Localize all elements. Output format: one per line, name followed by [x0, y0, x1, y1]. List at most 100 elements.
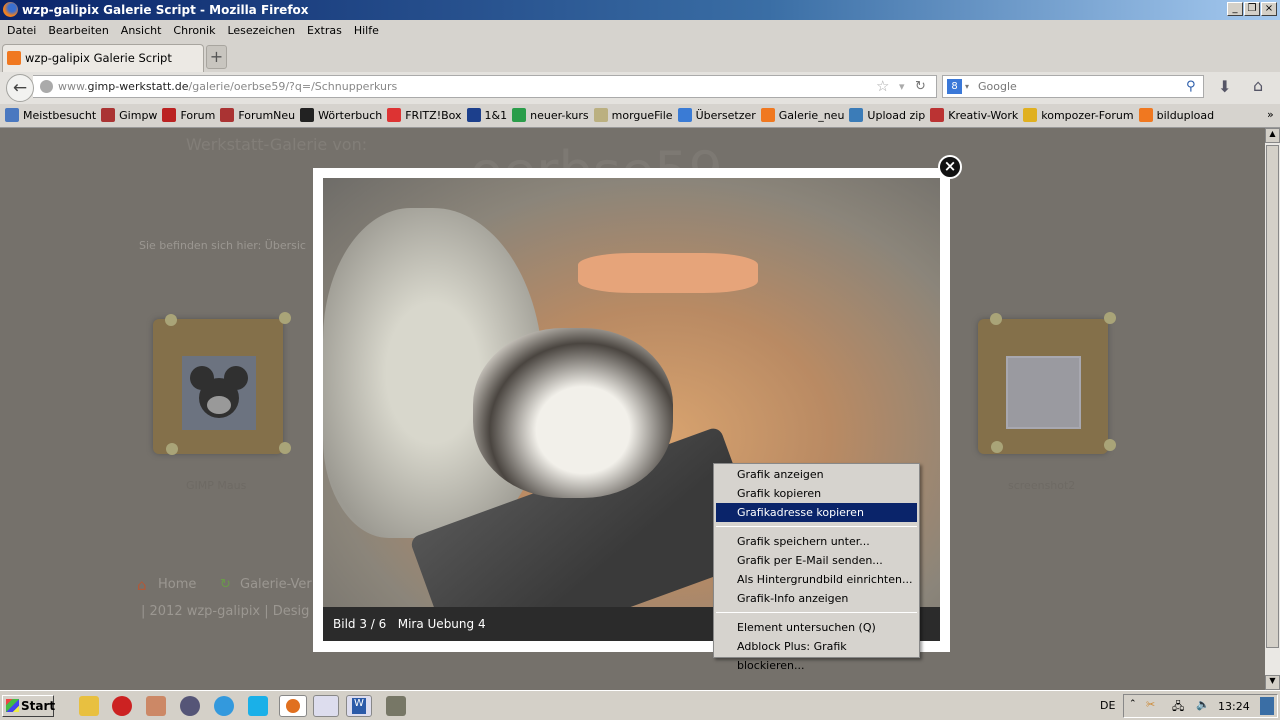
- lightbox-close-button[interactable]: ×: [938, 155, 962, 179]
- search-input[interactable]: 8 ▾ Google ⚲: [942, 75, 1204, 98]
- firefox-taskbar-button[interactable]: [279, 695, 307, 717]
- tab-galerie[interactable]: wzp-galipix Galerie Script: [2, 44, 204, 72]
- skype-icon[interactable]: [248, 696, 268, 716]
- search-icon[interactable]: ⚲: [1186, 76, 1196, 97]
- network-icon[interactable]: 🖧: [1172, 698, 1184, 717]
- bookmark-label: kompozer-Forum: [1041, 109, 1134, 122]
- context-menu-item[interactable]: Grafikadresse kopieren: [716, 503, 917, 522]
- thumbnail-screenshot2[interactable]: [978, 312, 1116, 454]
- search-placeholder: Google: [978, 80, 1017, 93]
- bookmark-item[interactable]: Gimpw: [101, 104, 157, 128]
- scroll-up-button[interactable]: ▲: [1265, 128, 1280, 143]
- bookmark-item[interactable]: Upload zip: [849, 104, 925, 128]
- bookmark-item[interactable]: Übersetzer: [677, 104, 756, 128]
- wordpress-icon[interactable]: [180, 696, 200, 716]
- menu-extras[interactable]: Extras: [307, 24, 342, 37]
- bookmark-icon: [300, 108, 315, 122]
- navigation-bar: www.gimp-werkstatt.de/galerie/oerbse59/?…: [0, 72, 1280, 104]
- bookmark-label: Galerie_neu: [778, 109, 845, 122]
- new-tab-button[interactable]: +: [206, 45, 227, 69]
- image-counter: Bild 3 / 6: [333, 617, 387, 631]
- word-taskbar-button[interactable]: W: [346, 695, 372, 717]
- pin-icon: [279, 312, 291, 324]
- url-bar[interactable]: www.gimp-werkstatt.de/galerie/oerbse59/?…: [33, 75, 937, 98]
- show-hidden-icons-button[interactable]: ⌃: [1129, 699, 1137, 709]
- breadcrumb: Sie befinden sich hier: Übersic: [139, 239, 306, 252]
- minimize-button[interactable]: _: [1227, 2, 1243, 16]
- bookmark-item[interactable]: Kreativ-Work: [930, 104, 1018, 128]
- bookmark-icon: [760, 108, 775, 122]
- pin-icon: [279, 442, 291, 454]
- url-prefix: www.: [58, 80, 88, 93]
- bookmark-label: FRITZ!Box: [405, 109, 462, 122]
- maximize-button[interactable]: ❐: [1244, 2, 1260, 16]
- download-icon[interactable]: ⬇: [1218, 77, 1231, 96]
- menu-lesezeichen[interactable]: Lesezeichen: [227, 24, 295, 37]
- bookmark-item[interactable]: neuer-kurs: [512, 104, 589, 128]
- back-button[interactable]: ←: [6, 74, 34, 102]
- bookmark-icon: [101, 108, 116, 122]
- context-menu-item[interactable]: Grafik anzeigen: [716, 465, 917, 484]
- menu-separator: [716, 612, 917, 613]
- start-button[interactable]: Start: [2, 695, 55, 717]
- context-menu-item[interactable]: Grafik-Info anzeigen: [716, 589, 917, 608]
- bookmark-item[interactable]: Wörterbuch: [300, 104, 382, 128]
- menu-chronik[interactable]: Chronik: [173, 24, 215, 37]
- window-title: wzp-galipix Galerie Script - Mozilla Fir…: [22, 3, 309, 17]
- history-dropdown-icon[interactable]: ▾: [899, 76, 905, 97]
- context-menu-item[interactable]: Grafik per E-Mail senden...: [716, 551, 917, 570]
- context-menu-item[interactable]: Grafik speichern unter...: [716, 532, 917, 551]
- scroll-thumb[interactable]: [1266, 145, 1279, 648]
- context-menu-item[interactable]: Als Hintergrundbild einrichten...: [716, 570, 917, 589]
- bookmarks-overflow-button[interactable]: »: [1267, 108, 1274, 121]
- menu-bearbeiten[interactable]: Bearbeiten: [48, 24, 108, 37]
- pin-icon: [990, 313, 1002, 325]
- clock[interactable]: 13:24: [1218, 700, 1250, 713]
- context-menu-item[interactable]: Element untersuchen (Q): [716, 618, 917, 637]
- language-indicator[interactable]: DE: [1100, 699, 1115, 712]
- context-menu-item[interactable]: Adblock Plus: Grafik blockieren...: [716, 637, 917, 672]
- menu-ansicht[interactable]: Ansicht: [121, 24, 162, 37]
- nav-gallery-link[interactable]: Galerie-Ver: [240, 577, 312, 592]
- opera-icon[interactable]: [112, 696, 132, 716]
- home-icon[interactable]: ⌂: [1253, 76, 1263, 95]
- explorer-icon[interactable]: [79, 696, 99, 716]
- bookmark-item[interactable]: Forum: [162, 104, 215, 128]
- bookmark-item[interactable]: Meistbesucht: [5, 104, 96, 128]
- bookmark-item[interactable]: 1&1: [466, 104, 507, 128]
- bookmark-label: Gimpw: [119, 109, 158, 122]
- network-tool-icon[interactable]: ✂: [1146, 698, 1155, 711]
- reload-icon[interactable]: ↻: [915, 76, 926, 97]
- thumbnail-gimp-maus[interactable]: [153, 312, 291, 455]
- system-tray: ⌃ ✂ 🖧 🔈 13:24: [1123, 694, 1278, 718]
- show-desktop-button[interactable]: [1260, 697, 1274, 715]
- menu-separator: [716, 526, 917, 527]
- bookmark-item[interactable]: FRITZ!Box: [387, 104, 462, 128]
- volume-icon[interactable]: 🔈: [1196, 698, 1210, 711]
- bookmark-icon: [593, 108, 608, 122]
- menu-datei[interactable]: Datei: [7, 24, 36, 37]
- nav-home-link[interactable]: Home: [158, 577, 196, 592]
- thunderbird-taskbar-button[interactable]: [313, 695, 339, 717]
- close-window-button[interactable]: ×: [1261, 2, 1277, 16]
- bookmark-label: morgueFile: [611, 109, 673, 122]
- snipping-tool-icon[interactable]: [146, 696, 166, 716]
- gimp-icon[interactable]: [386, 696, 406, 716]
- bookmark-item[interactable]: kompozer-Forum: [1023, 104, 1134, 128]
- scroll-down-button[interactable]: ▼: [1265, 675, 1280, 690]
- context-menu-item[interactable]: Grafik kopieren: [716, 484, 917, 503]
- bookmark-icon: [5, 108, 19, 122]
- bookmark-label: Meistbesucht: [23, 109, 97, 122]
- chevron-down-icon: ▾: [965, 82, 970, 91]
- bookmark-item[interactable]: ForumNeu: [220, 104, 295, 128]
- bookmark-star-icon[interactable]: ☆: [876, 76, 889, 97]
- google-icon: 8: [947, 79, 962, 94]
- wzp-favicon: [7, 51, 21, 65]
- internet-explorer-icon[interactable]: [214, 696, 234, 716]
- bookmark-item[interactable]: bildupload: [1138, 104, 1214, 128]
- menu-hilfe[interactable]: Hilfe: [354, 24, 379, 37]
- vertical-scrollbar[interactable]: ▲ ▼: [1265, 128, 1280, 690]
- bookmark-icon: [1138, 108, 1153, 122]
- bookmark-item[interactable]: morgueFile: [593, 104, 673, 128]
- bookmark-item[interactable]: Galerie_neu: [760, 104, 845, 128]
